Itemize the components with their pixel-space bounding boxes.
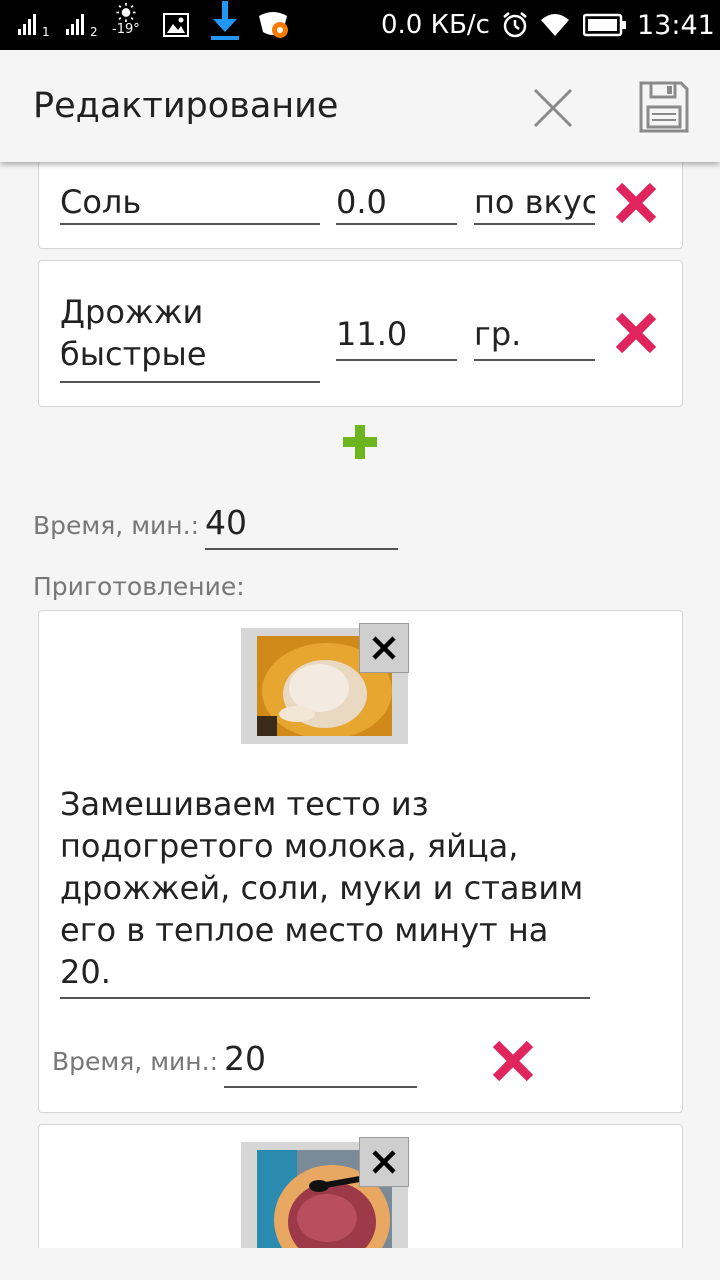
delete-ingredient-button[interactable] (614, 311, 658, 355)
close-icon (533, 88, 573, 128)
preparation-label: Приготовление: (33, 572, 245, 601)
page-title: Редактирование (33, 86, 339, 126)
save-button[interactable] (637, 79, 691, 135)
ingredient-name-field[interactable]: Соль (60, 181, 320, 225)
ingredient-amount-field[interactable]: 11.0 (336, 313, 457, 361)
close-icon (372, 1150, 396, 1174)
signal-sim1-icon: 1 (18, 8, 50, 42)
ingredient-name-field[interactable]: Дрожжи быстрые (60, 291, 320, 383)
step-text-line: Замешиваем тесто из (60, 785, 429, 823)
close-button[interactable] (527, 82, 579, 134)
total-time-label: Время, мин.: (33, 511, 200, 540)
edit-content[interactable]: Соль 0.0 по вкус Дрожжи быстрые 11.0 гр.… (0, 162, 720, 1248)
signal-sim2-icon: 2 (66, 8, 98, 42)
ingredient-unit-field[interactable]: по вкус (474, 181, 595, 225)
close-icon (372, 636, 396, 660)
battery-icon (583, 8, 627, 42)
total-time-field[interactable]: 40 (205, 502, 398, 550)
remove-photo-button[interactable] (359, 623, 409, 673)
step-text-line: дрожжей, соли, муки и ставим (60, 869, 584, 907)
step-text-line: его в теплое место минут на (60, 911, 549, 949)
step-time-field[interactable]: 20 (224, 1038, 417, 1088)
step-description-field[interactable]: Замешиваем тесто из подогретого молока, … (60, 783, 590, 999)
delete-x-icon (615, 182, 657, 224)
ingredient-amount-field[interactable]: 0.0 (336, 181, 457, 225)
temperature-label: -19° (112, 22, 140, 37)
step-text-line: подогретого молока, яйца, (60, 827, 519, 865)
add-ingredient-button[interactable] (340, 422, 380, 462)
ingredient-name-line: Дрожжи (60, 293, 204, 331)
wifi-icon (539, 8, 571, 42)
alarm-icon (501, 8, 529, 42)
bottom-edge (0, 1248, 720, 1280)
gallery-icon (163, 8, 189, 42)
delete-x-icon (615, 312, 657, 354)
net-speed-label: 0.0 КБ/с (381, 10, 490, 40)
step-card: Замешиваем тесто из подогретого молока, … (38, 610, 683, 1113)
download-icon (211, 1, 239, 40)
clock-label: 13:41 (637, 9, 715, 41)
ingredient-card: Соль 0.0 по вкус (38, 162, 683, 249)
sim1-label: 1 (42, 25, 50, 39)
app-bar: Редактирование (0, 50, 720, 162)
step-card (38, 1124, 683, 1248)
ingredient-card: Дрожжи быстрые 11.0 гр. (38, 260, 683, 407)
delete-ingredient-button[interactable] (614, 181, 658, 225)
step-text-line: 20. (60, 953, 111, 991)
step-time-label: Время, мин.: (52, 1047, 219, 1076)
ingredient-name-line: быстрые (60, 335, 207, 373)
save-icon (639, 81, 689, 133)
status-bar: 1 2 -19° 0.0 КБ/с 13:41 (0, 0, 720, 50)
delete-x-icon (492, 1040, 534, 1082)
plus-icon (343, 425, 377, 459)
delete-step-button[interactable] (491, 1039, 535, 1083)
ingredient-unit-field[interactable]: гр. (474, 313, 595, 361)
weather-icon: -19° (112, 3, 140, 37)
remove-photo-button[interactable] (359, 1137, 409, 1187)
sim2-label: 2 (90, 25, 98, 39)
app-notification-icon (256, 8, 290, 42)
